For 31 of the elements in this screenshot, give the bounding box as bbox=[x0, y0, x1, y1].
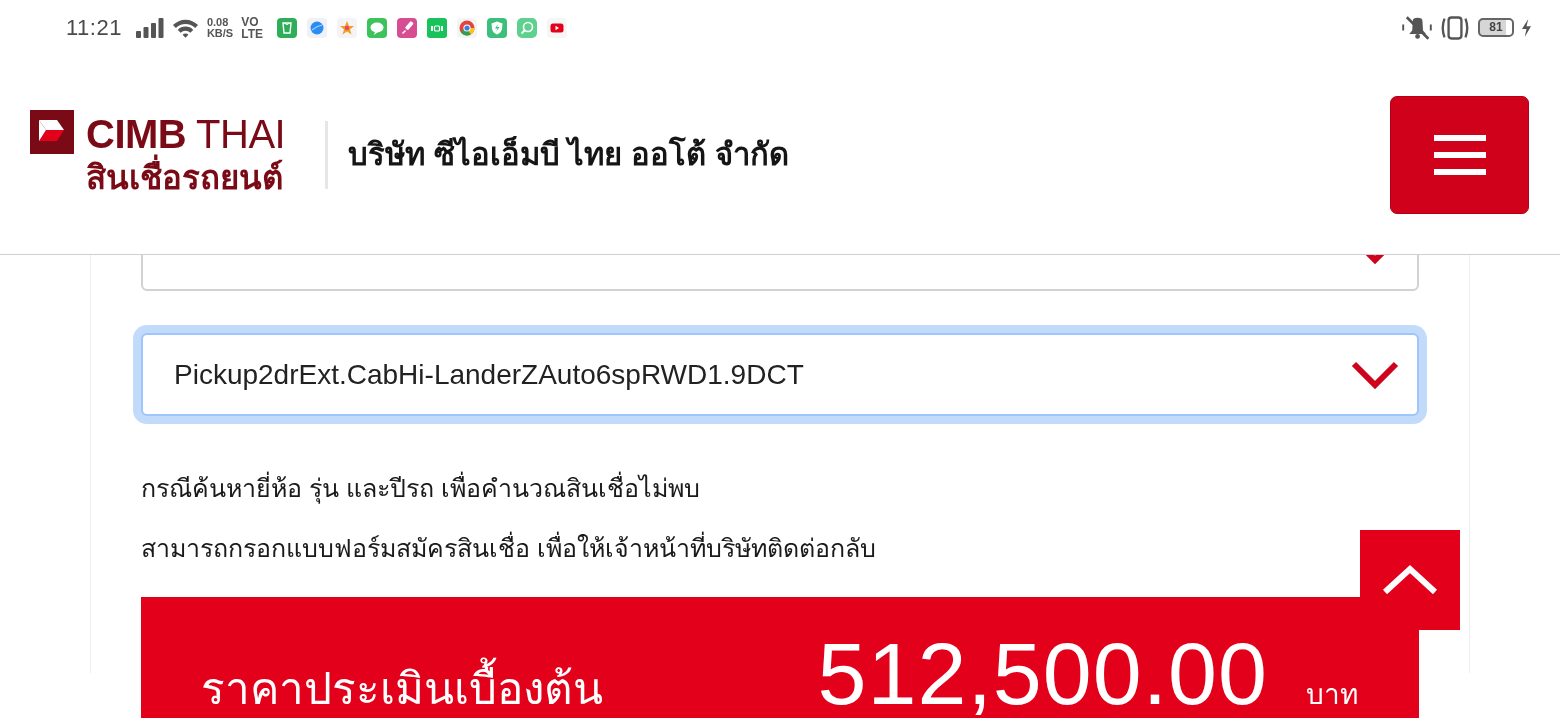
brush-icon bbox=[397, 17, 417, 38]
notice-text: กรณีค้นหายี่ห้อ รุ่น และปีรถ เพื่อคำนวณสินเชื่อไม่พบ bbox=[141, 458, 1419, 518]
network-type: VO bbox=[241, 15, 260, 28]
estimate-amount: 512,500.00 bbox=[817, 631, 1268, 717]
company-name: บริษัท ซีไอเอ็มบี ไทย ออโต้ จำกัด bbox=[348, 135, 789, 174]
muted-bell-icon bbox=[1402, 15, 1432, 40]
logo-mark-icon bbox=[30, 109, 74, 154]
chat-bubble-icon bbox=[367, 17, 387, 38]
signal-icon bbox=[135, 17, 164, 38]
battery-indicator: 81 bbox=[1478, 18, 1514, 37]
charging-bolt-icon bbox=[1521, 18, 1532, 37]
currency-unit: บาท bbox=[1306, 678, 1358, 712]
app-tile-icon bbox=[427, 17, 447, 38]
data-rate-unit: KB/S bbox=[206, 27, 234, 39]
shopping-bag-icon bbox=[277, 17, 297, 38]
wheel-icon bbox=[457, 17, 477, 38]
vibrate-icon bbox=[1441, 15, 1469, 40]
estimate-label: ราคาประเมินเบื้องต้น bbox=[201, 659, 818, 719]
network-type: LTE bbox=[241, 27, 263, 40]
notice-text: สามารถกรอกแบบฟอร์มสมัครสินเชื่อ เพื่อให้เจ้าหน้าที่บริษัทติดต่อกลับ bbox=[141, 518, 1419, 578]
shield-icon bbox=[487, 17, 507, 38]
menu-button[interactable] bbox=[1390, 95, 1529, 214]
clock-time: 11:21 bbox=[66, 14, 122, 42]
magnifier-icon bbox=[517, 17, 537, 38]
play-icon bbox=[547, 17, 567, 38]
wifi-icon bbox=[171, 17, 199, 38]
menu-icon bbox=[1433, 134, 1486, 175]
logo-tagline: สินเชื่อรถยนต์ bbox=[86, 155, 286, 200]
back-to-top-button[interactable] bbox=[1360, 530, 1460, 630]
data-rate-value: 0.08 bbox=[206, 16, 230, 28]
chevron-up-icon bbox=[1381, 564, 1439, 596]
